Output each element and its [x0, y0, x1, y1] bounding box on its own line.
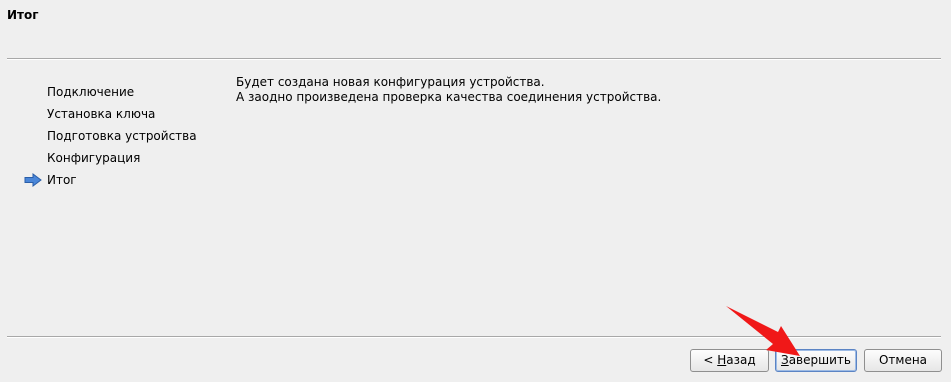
page-title: Итог — [7, 8, 39, 22]
footer-divider — [7, 336, 941, 338]
back-button-mnemonic: Н — [717, 353, 727, 367]
summary-text: Будет создана новая конфигурация устройс… — [236, 75, 661, 105]
step-item: Конфигурация — [20, 149, 220, 171]
step-label: Итог — [47, 173, 77, 187]
arrow-right-icon — [24, 173, 42, 187]
finish-button-label: авершить — [788, 353, 851, 367]
finish-button[interactable]: Завершить — [775, 349, 857, 372]
step-item: Установка ключа — [20, 105, 220, 127]
summary-line: Будет создана новая конфигурация устройс… — [236, 75, 545, 89]
wizard-header: Итог — [0, 0, 951, 58]
step-item: Подготовка устройства — [20, 127, 220, 149]
step-label: Установка ключа — [47, 107, 156, 121]
summary-line: А заодно произведена проверка качества с… — [236, 90, 662, 104]
step-item-current: Итог — [20, 171, 220, 193]
back-button-prefix: < — [703, 353, 718, 367]
back-button[interactable]: < Назад — [690, 349, 769, 372]
back-button-label: азад — [726, 353, 756, 367]
step-label: Подключение — [47, 85, 135, 99]
finish-button-mnemonic: З — [781, 353, 789, 367]
header-divider — [7, 58, 941, 60]
steps-list: Подключение Установка ключа Подготовка у… — [20, 83, 220, 193]
cancel-button[interactable]: Отмена — [864, 349, 942, 372]
step-label: Конфигурация — [47, 151, 141, 165]
step-item: Подключение — [20, 83, 220, 105]
step-label: Подготовка устройства — [47, 129, 197, 143]
